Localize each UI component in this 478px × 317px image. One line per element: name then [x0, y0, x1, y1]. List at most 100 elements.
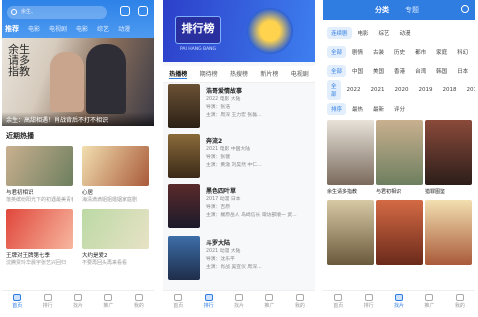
find-icon: [395, 294, 404, 301]
poster[interactable]: [376, 120, 423, 185]
filter-chip[interactable]: 2018: [439, 85, 461, 95]
nav-home[interactable]: 首页: [163, 291, 193, 312]
section-title: 近期热播: [6, 132, 34, 140]
tab-anime[interactable]: 动漫: [118, 24, 130, 34]
tab-recommend[interactable]: 推荐: [5, 24, 19, 34]
trophy-icon: [247, 8, 293, 54]
filter-row-region: 全部 中国 美国 香港 台湾 韩国 日本: [323, 63, 475, 79]
tab-search[interactable]: 热搜榜: [230, 69, 248, 79]
tab-topic[interactable]: 专题: [405, 5, 419, 15]
poster[interactable]: [425, 120, 472, 185]
filter-chip[interactable]: 电影: [354, 27, 373, 39]
thumbnail-2[interactable]: [82, 146, 149, 186]
filter-row-genre: 全部 剧情 古装 历史 都市 家庭 科幻: [323, 44, 475, 60]
item-title: 王牌对王牌第七季: [6, 253, 51, 259]
nav-rank[interactable]: 排行: [193, 291, 223, 312]
filter-chip[interactable]: 日本: [453, 65, 472, 77]
filter-chip[interactable]: 最新: [369, 103, 388, 115]
rank-item[interactable]: 黑色四叶草 2017 动漫 日本 导演：吉原 主演：梶原岳人 岛崎信长 诹访部顺…: [168, 184, 313, 234]
rank-item[interactable]: 奔流2 2021 电影 中国大陆 导演：张健 主演：黄渤 刘昊然 中仁...: [168, 134, 313, 184]
home-header: 余生、 推荐 电影 电视剧 电影 综艺 动漫: [2, 0, 154, 38]
filter-chip[interactable]: 全部: [327, 65, 347, 77]
rank-banner-subtitle: PAI HANG BANG: [179, 47, 217, 52]
filter-chip[interactable]: 全部: [327, 80, 341, 100]
filter-chip[interactable]: 最热: [348, 103, 367, 115]
filter-chip[interactable]: 家庭: [432, 46, 451, 58]
tab-new[interactable]: 新片榜: [260, 69, 278, 79]
nav-home[interactable]: 首页: [2, 291, 32, 312]
home-banner[interactable]: 余生请多指教 余生：高甜相遇！肖战背后不打不相识: [2, 38, 154, 126]
filter-chip[interactable]: 都市: [411, 46, 430, 58]
tab-variety[interactable]: 综艺: [97, 24, 109, 34]
thumbnail-3[interactable]: [6, 209, 73, 249]
item-title: 心居: [82, 190, 94, 196]
filter-chip[interactable]: 香港: [390, 65, 409, 77]
tab-category[interactable]: 分类: [375, 5, 389, 15]
nav-label: 找片: [73, 303, 84, 309]
filter-chip[interactable]: 韩国: [432, 65, 451, 77]
rank-item-director: 导演：张浩: [206, 105, 230, 110]
nav-find[interactable]: 找片: [384, 291, 414, 312]
poster[interactable]: [327, 120, 374, 185]
item-subtitle: 落英缤纷阳光下的初遇最美青春: [6, 197, 73, 203]
tab-tv[interactable]: 电视剧: [49, 24, 67, 34]
filter-chip[interactable]: 古装: [369, 46, 388, 58]
filter-chip[interactable]: 评分: [390, 103, 409, 115]
nav-label: 我的: [294, 303, 305, 309]
download-icon[interactable]: [138, 6, 148, 16]
promote-icon: [265, 294, 274, 301]
filter-chip[interactable]: 历史: [390, 46, 409, 58]
tab-hot[interactable]: 热播榜: [169, 69, 188, 79]
search-input[interactable]: 余生、: [7, 6, 107, 19]
tab-film[interactable]: 电影: [76, 24, 88, 34]
poster[interactable]: [327, 200, 374, 265]
rank-banner-title: 排行榜: [175, 16, 221, 44]
poster[interactable]: [425, 200, 472, 265]
filter-chip[interactable]: 2017: [463, 85, 475, 95]
search-icon[interactable]: [461, 5, 469, 13]
nav-label: 找片: [394, 303, 405, 309]
rank-item[interactable]: 浩哥爱情故事 2022 电影 大陆 导演：张浩 主演：周深 王力宏 张磊...: [168, 84, 313, 134]
filter-chip[interactable]: 连续剧: [327, 27, 352, 39]
filter-chip[interactable]: 台湾: [411, 65, 430, 77]
poster[interactable]: [376, 200, 423, 265]
thumbnail-4[interactable]: [82, 209, 149, 249]
filter-chip[interactable]: 2022: [343, 85, 365, 95]
filter-chip[interactable]: 剧情: [348, 46, 367, 58]
tab-movie[interactable]: 电影: [28, 24, 40, 34]
thumbnail-1[interactable]: [6, 146, 73, 186]
history-icon[interactable]: [120, 6, 130, 16]
nav-mine[interactable]: 我的: [124, 291, 154, 312]
filter-chip[interactable]: 综艺: [375, 27, 394, 39]
nav-promote[interactable]: 推广: [254, 291, 284, 312]
filter-chip[interactable]: 2020: [391, 85, 413, 95]
nav-promote[interactable]: 推广: [93, 291, 123, 312]
nav-home[interactable]: 首页: [323, 291, 353, 312]
filter-chip[interactable]: 全部: [327, 46, 347, 58]
filter-chip[interactable]: 排序: [327, 103, 347, 115]
nav-find[interactable]: 找片: [63, 291, 93, 312]
nav-label: 找片: [234, 303, 245, 309]
nav-rank[interactable]: 排行: [32, 291, 62, 312]
nav-rank[interactable]: 排行: [353, 291, 383, 312]
rank-tabs: 热播榜 期待榜 热搜榜 新片榜 电视剧: [163, 66, 315, 83]
nav-promote[interactable]: 推广: [414, 291, 444, 312]
filter-row-year: 全部202220212020201920182017: [323, 80, 475, 100]
find-icon: [235, 294, 244, 301]
nav-find[interactable]: 找片: [224, 291, 254, 312]
nav-mine[interactable]: 我的: [445, 291, 475, 312]
poster-title: 与君初相识: [376, 189, 402, 195]
filter-row-sort: 排序 最热 最新 评分: [323, 101, 475, 117]
nav-mine[interactable]: 我的: [285, 291, 315, 312]
rank-item[interactable]: 斗罗大陆 2021 动漫 大陆 导演：沈乐平 主演：肖战 吴宣仪 周深...: [168, 236, 313, 286]
tab-expect[interactable]: 期待榜: [200, 69, 218, 79]
filter-chip[interactable]: 动漫: [396, 27, 415, 39]
nav-label: 首页: [333, 303, 344, 309]
filter-chip[interactable]: 2021: [367, 85, 389, 95]
tab-series[interactable]: 电视剧: [291, 69, 309, 79]
filter-chip[interactable]: 2019: [415, 85, 437, 95]
filter-chip[interactable]: 中国: [348, 65, 367, 77]
filter-chip[interactable]: 科幻: [453, 46, 472, 58]
banner-calligraphy: 余生请多指教: [8, 43, 30, 78]
filter-chip[interactable]: 美国: [369, 65, 388, 77]
